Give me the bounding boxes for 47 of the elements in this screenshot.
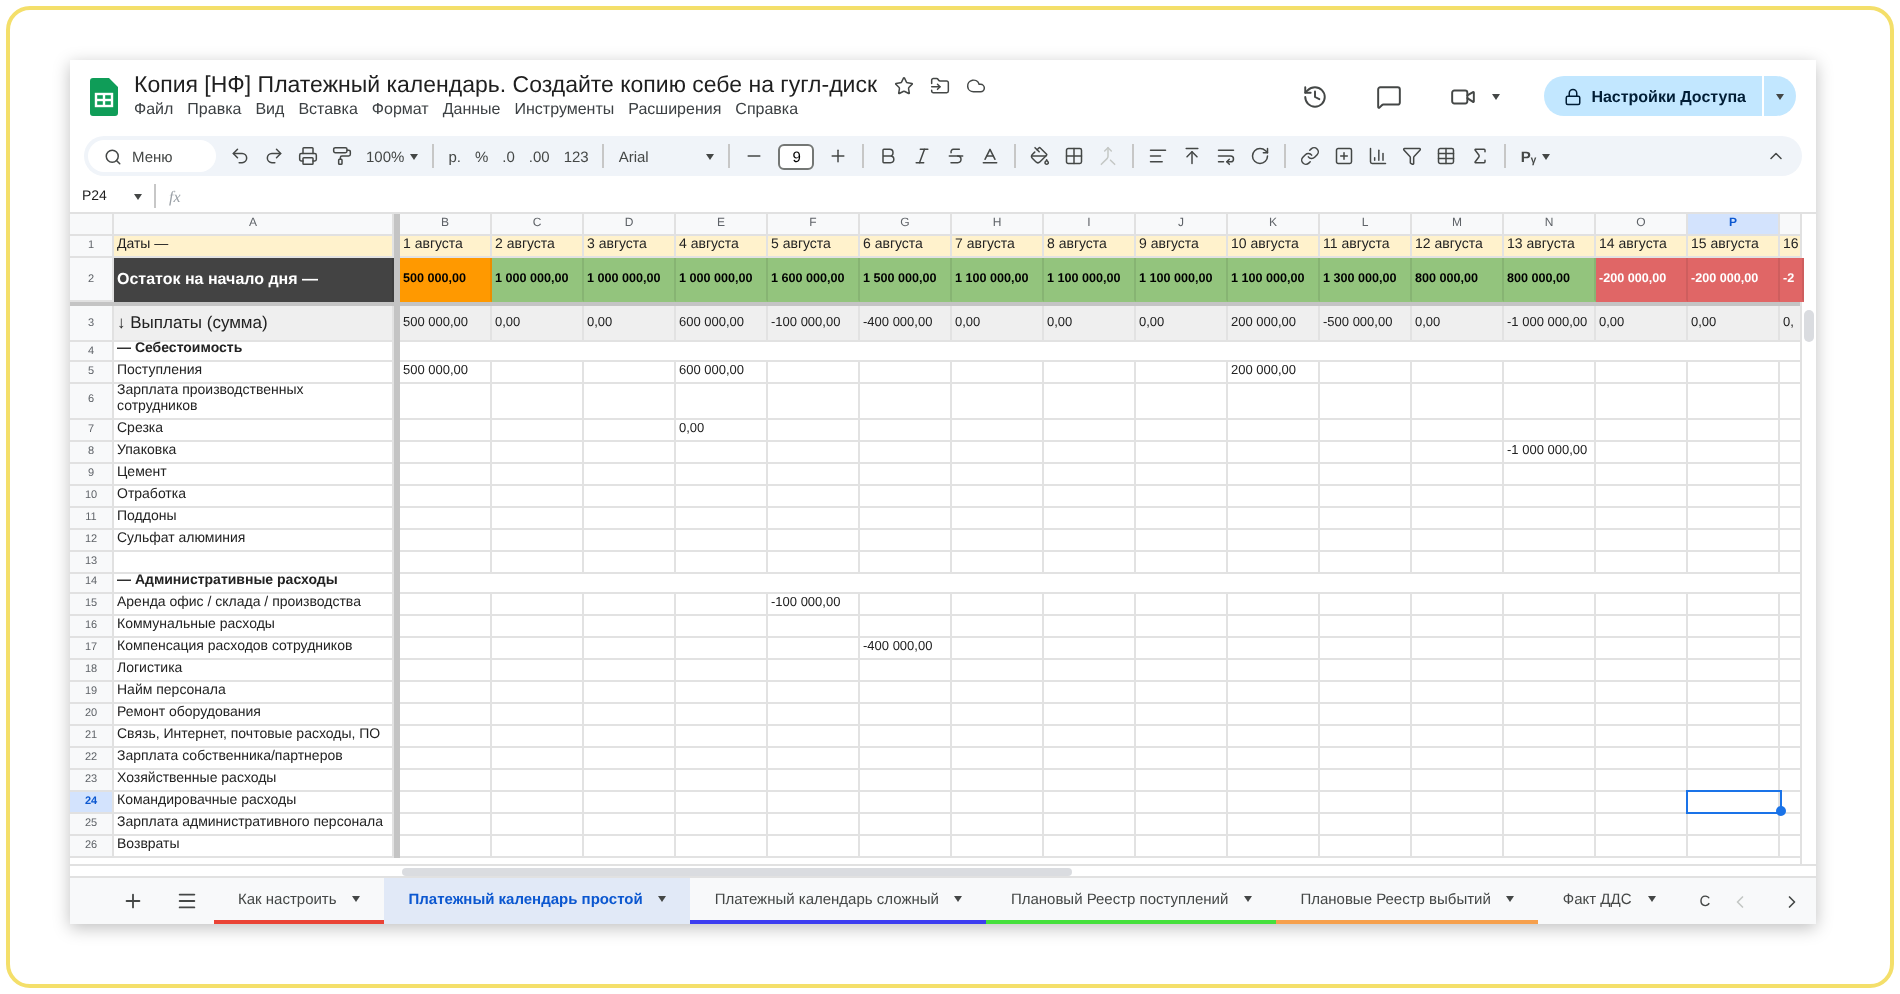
menu-item[interactable]: Формат: [371, 100, 429, 118]
align-icon[interactable]: [1148, 146, 1169, 166]
print-icon[interactable]: [298, 146, 318, 166]
spreadsheet-logo: [90, 77, 118, 115]
text-color-icon[interactable]: [980, 146, 1001, 166]
menu-item[interactable]: Данные: [442, 100, 501, 118]
menu-item[interactable]: Справка: [735, 100, 799, 118]
menu-item[interactable]: Файл: [134, 100, 174, 118]
strikethrough-icon[interactable]: [946, 146, 967, 166]
row-label: ↓ Выплаты (сумма): [115, 310, 270, 337]
chart-icon[interactable]: [1368, 146, 1389, 166]
share-button[interactable]: Настройки Доступа: [1543, 76, 1762, 116]
comment-icon[interactable]: [1375, 83, 1402, 109]
italic-icon[interactable]: [912, 146, 933, 166]
undo-icon[interactable]: [230, 146, 250, 166]
menu-item[interactable]: Вставка: [298, 100, 358, 118]
link-icon[interactable]: [1300, 146, 1321, 166]
lock-icon: [1563, 87, 1582, 105]
document-title[interactable]: Копия [НФ] Платежный календарь. Создайте копию себе на гугл-диск: [134, 74, 877, 98]
sum-icon[interactable]: [1470, 146, 1491, 166]
menu-item[interactable]: Правка: [187, 100, 242, 118]
formula-icon: fx: [168, 187, 181, 205]
folder-icon[interactable]: [929, 76, 949, 96]
row-label: Остаток на начало дня —: [114, 258, 394, 302]
bold-icon[interactable]: [878, 146, 899, 166]
caret-icon: [1491, 93, 1500, 99]
search-icon: [104, 148, 122, 166]
add-comment-icon[interactable]: [1334, 146, 1355, 166]
corner-cell[interactable]: [70, 214, 114, 236]
menu-item[interactable]: Расширения: [628, 100, 722, 118]
increase-size-icon[interactable]: [828, 146, 849, 166]
menu-item[interactable]: Инструменты: [514, 100, 615, 118]
paint-format-icon[interactable]: [332, 146, 352, 166]
history-icon[interactable]: [1301, 83, 1328, 109]
wrap-icon[interactable]: [1216, 146, 1237, 166]
rotate-icon[interactable]: [1250, 146, 1271, 166]
vertical-scrollbar[interactable]: [1800, 214, 1816, 864]
fill-color-icon[interactable]: [1030, 146, 1051, 166]
vertical-align-icon[interactable]: [1182, 146, 1203, 166]
menu-item[interactable]: Вид: [255, 100, 285, 118]
borders-icon[interactable]: [1064, 146, 1085, 166]
redo-icon[interactable]: [264, 146, 284, 166]
star-icon[interactable]: [893, 76, 913, 96]
table-icon[interactable]: [1436, 146, 1457, 166]
cloud-icon[interactable]: [965, 76, 985, 96]
filter-icon[interactable]: [1402, 146, 1423, 166]
fill-handle[interactable]: [1775, 806, 1785, 817]
